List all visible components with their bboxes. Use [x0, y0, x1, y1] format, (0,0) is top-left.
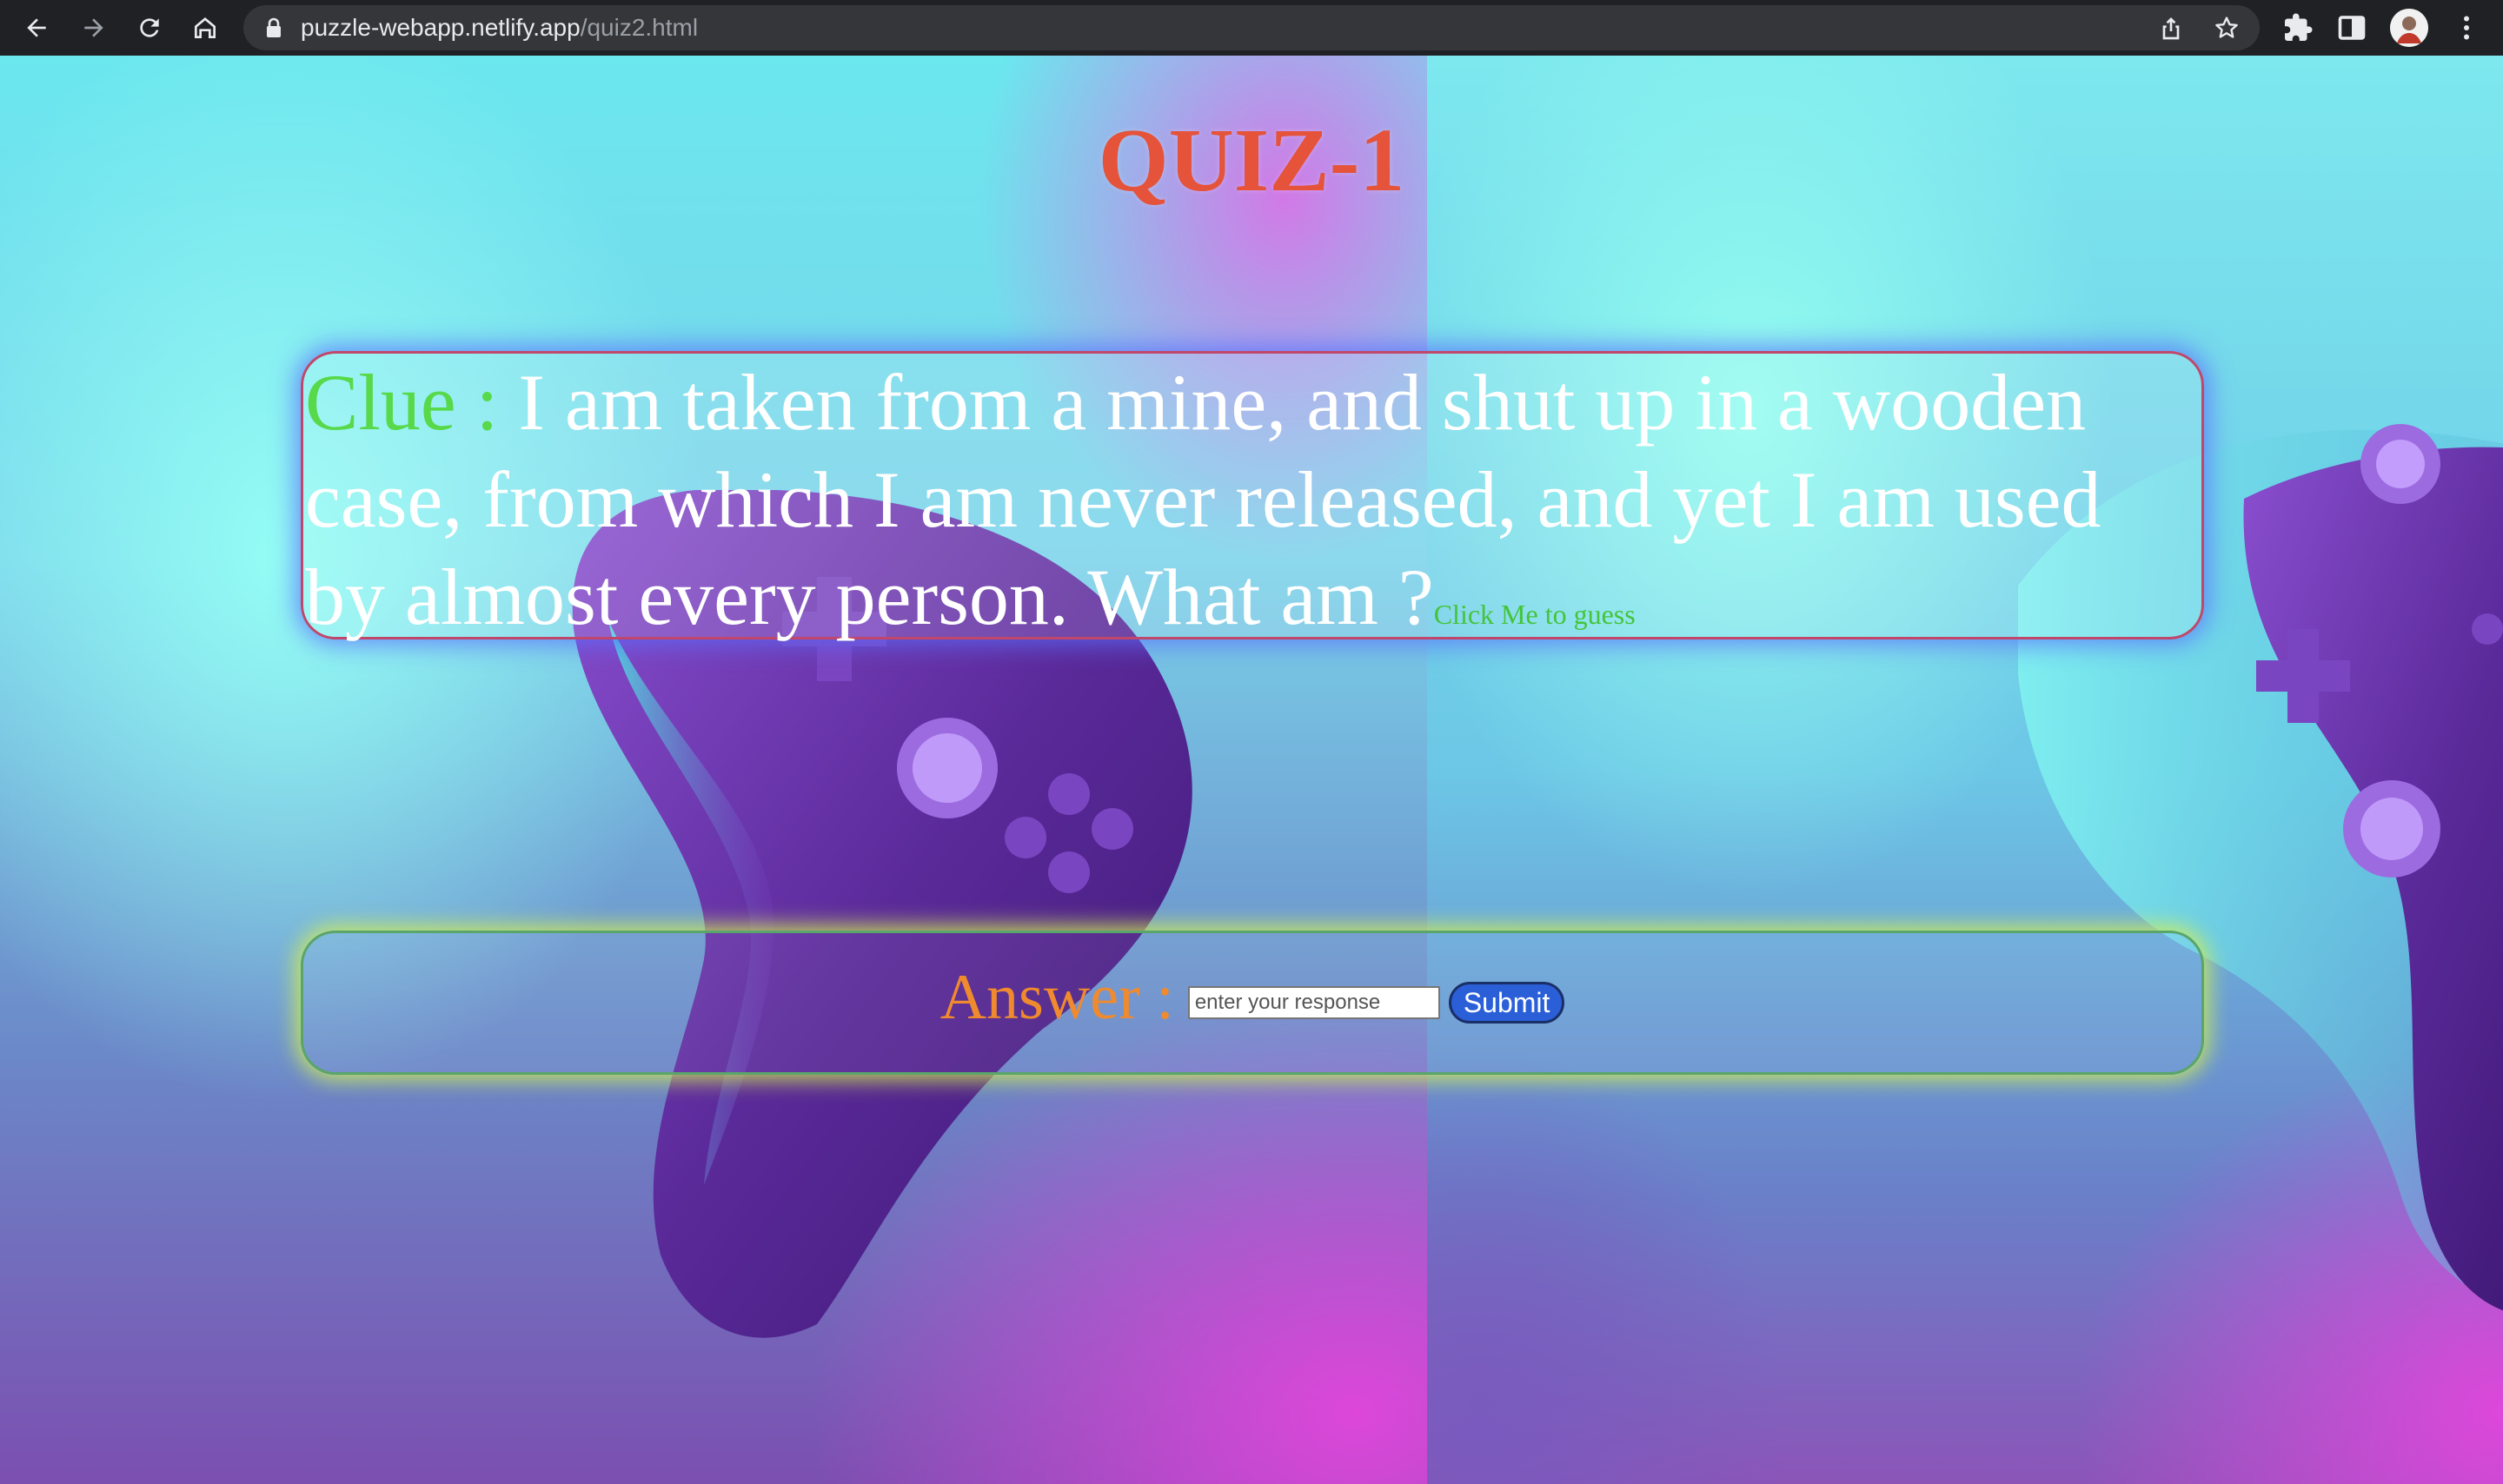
back-icon[interactable] — [17, 9, 56, 47]
answer-form: Answer : Submit — [303, 933, 2201, 1072]
background-image-left — [0, 56, 1427, 1484]
bookmark-star-icon[interactable] — [2213, 14, 2241, 42]
answer-label: Answer : — [939, 961, 1174, 1033]
url-host: puzzle-webapp.netlify.app — [301, 14, 581, 41]
url-text: puzzle-webapp.netlify.app/quiz2.html — [301, 16, 698, 40]
quiz-title: QUIZ-1 — [1098, 110, 1405, 210]
clue-paragraph: Clue : I am taken from a mine, and shut … — [305, 354, 2200, 663]
more-menu-icon[interactable] — [2451, 12, 2482, 43]
address-bar[interactable]: puzzle-webapp.netlify.app/quiz2.html — [243, 5, 2260, 50]
share-icon[interactable] — [2157, 14, 2185, 42]
clue-label: Clue : — [305, 358, 519, 447]
clue-box: Clue : I am taken from a mine, and shut … — [301, 351, 2204, 641]
forward-icon[interactable] — [75, 9, 113, 47]
browser-toolbar: puzzle-webapp.netlify.app/quiz2.html — [0, 0, 2503, 56]
quiz-page: QUIZ-1 Clue : I am taken from a mine, an… — [0, 56, 2503, 1484]
answer-box: Answer : Submit — [301, 931, 2204, 1075]
answer-input[interactable] — [1187, 986, 1440, 1019]
lock-icon — [267, 17, 281, 37]
side-panel-icon[interactable] — [2336, 12, 2367, 43]
clue-text: I am taken from a mine, and shut up in a… — [305, 358, 2101, 641]
home-icon[interactable] — [186, 9, 224, 47]
profile-avatar[interactable] — [2390, 9, 2428, 47]
submit-button[interactable]: Submit — [1448, 982, 1565, 1024]
guess-link[interactable]: Click Me to guess — [1434, 599, 1636, 630]
reload-icon[interactable] — [130, 9, 169, 47]
url-path: /quiz2.html — [580, 14, 699, 41]
background-image-right — [1427, 56, 2503, 1484]
extensions-icon[interactable] — [2282, 12, 2314, 43]
